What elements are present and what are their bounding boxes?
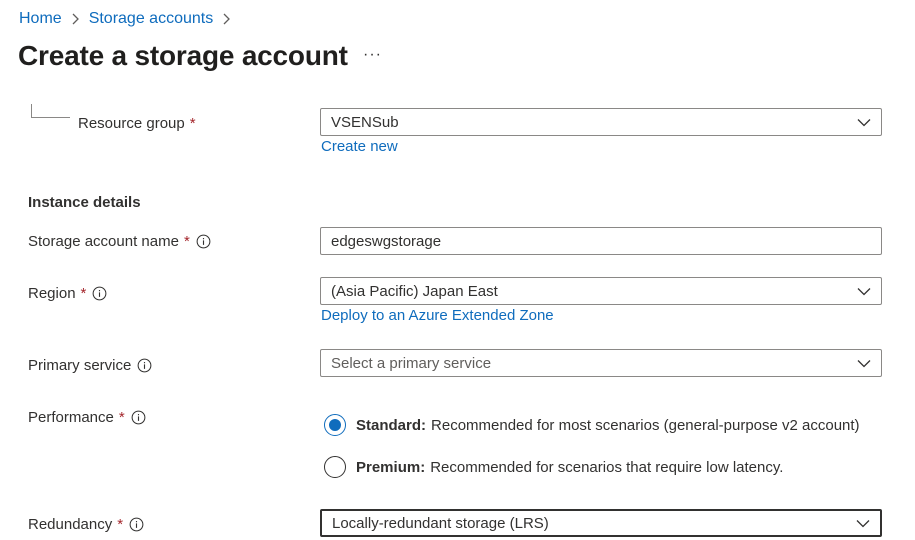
chevron-down-icon [856,519,870,528]
performance-label: Performance * [28,409,146,426]
info-icon[interactable] [196,234,211,249]
required-marker: * [183,233,190,250]
tree-connector-line [31,104,70,118]
storage-account-name-label: Storage account name * [28,233,211,250]
region-label: Region * [28,285,107,302]
primary-service-dropdown[interactable]: Select a primary service [320,349,882,377]
performance-premium-radio[interactable]: Premium: Recommended for scenarios that … [324,456,783,478]
redundancy-value: Locally-redundant storage (LRS) [332,514,549,532]
more-options-button[interactable]: ··· [363,46,382,64]
redundancy-label: Redundancy * [28,516,144,533]
primary-service-placeholder: Select a primary service [331,354,492,372]
info-icon[interactable] [137,358,152,373]
region-dropdown[interactable]: (Asia Pacific) Japan East [320,277,882,305]
breadcrumb-home-link[interactable]: Home [19,10,62,28]
radio-unchecked-icon [324,456,346,478]
storage-account-name-input[interactable] [320,227,882,255]
info-icon[interactable] [92,286,107,301]
chevron-down-icon [857,118,871,127]
chevron-right-icon [222,13,231,25]
info-icon[interactable] [131,410,146,425]
required-marker: * [117,516,124,533]
resource-group-label: Resource group * [78,115,196,132]
required-marker: * [118,409,125,426]
breadcrumb: Home Storage accounts [19,10,240,28]
instance-details-heading: Instance details [28,194,141,211]
redundancy-dropdown[interactable]: Locally-redundant storage (LRS) [320,509,882,537]
info-icon[interactable] [129,517,144,532]
chevron-down-icon [857,287,871,296]
chevron-down-icon [857,359,871,368]
region-value: (Asia Pacific) Japan East [331,282,498,300]
required-marker: * [80,285,87,302]
performance-standard-radio[interactable]: Standard: Recommended for most scenarios… [324,414,860,436]
required-marker: * [189,115,196,132]
radio-checked-icon [324,414,346,436]
resource-group-dropdown[interactable]: VSENSub [320,108,882,136]
resource-group-value: VSENSub [331,113,399,131]
standard-option-name: Standard: [356,416,427,434]
standard-option-description: Recommended for most scenarios (general-… [431,416,860,434]
premium-option-description: Recommended for scenarios that require l… [430,458,784,476]
create-new-resource-group-link[interactable]: Create new [321,138,398,155]
primary-service-label: Primary service [28,357,152,374]
breadcrumb-storage-accounts-link[interactable]: Storage accounts [89,10,214,28]
deploy-extended-zone-link[interactable]: Deploy to an Azure Extended Zone [321,307,554,324]
page-title: Create a storage account [18,40,348,71]
chevron-right-icon [71,13,80,25]
premium-option-name: Premium: [356,458,426,476]
